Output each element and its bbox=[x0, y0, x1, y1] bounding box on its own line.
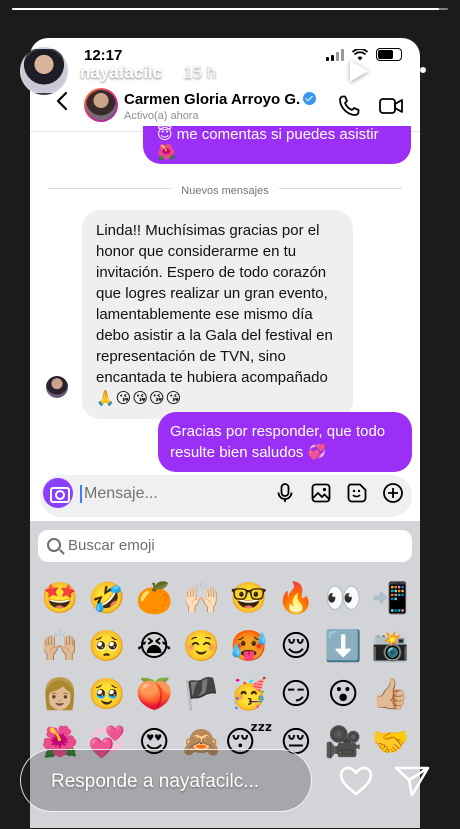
previous-message-line: 😇 me comentas si puedes asistir bbox=[157, 126, 379, 143]
previous-outgoing-message[interactable]: 😇 me comentas si puedes asistir 🌺 bbox=[143, 126, 411, 164]
emoji-key[interactable]: 🤓 bbox=[225, 575, 272, 623]
more-icon[interactable] bbox=[400, 67, 426, 73]
emoji-key[interactable]: 📸 bbox=[367, 623, 414, 671]
incoming-message-text: Linda!! Muchísimas gracias por el honor … bbox=[96, 222, 333, 386]
add-icon[interactable] bbox=[382, 482, 404, 504]
new-messages-divider: Nuevos mensajes bbox=[48, 181, 402, 197]
sender-avatar[interactable] bbox=[46, 376, 68, 398]
divider-label: Nuevos mensajes bbox=[171, 185, 279, 197]
contact-status: Activo(a) ahora bbox=[124, 110, 199, 122]
back-arrow-icon[interactable] bbox=[52, 90, 74, 112]
wifi-icon bbox=[352, 48, 368, 60]
message-composer[interactable]: Mensaje... bbox=[40, 475, 412, 517]
gallery-icon[interactable] bbox=[310, 482, 332, 504]
emoji-key[interactable]: 🍊 bbox=[131, 575, 178, 623]
emoji-key[interactable]: 🙌🏼 bbox=[36, 623, 83, 671]
emoji-key[interactable]: 🙌🏻 bbox=[178, 575, 225, 623]
story-time: 15 h bbox=[183, 63, 217, 82]
phone-time: 12:17 bbox=[84, 47, 123, 64]
emoji-key[interactable]: 🤩 bbox=[36, 575, 83, 623]
story-progress-bar bbox=[12, 8, 448, 10]
emoji-key[interactable]: 🥹 bbox=[83, 671, 130, 719]
contact-avatar[interactable] bbox=[84, 88, 118, 122]
emoji-key[interactable]: 🥳 bbox=[225, 671, 272, 719]
emoji-key[interactable]: 👍🏼 bbox=[367, 671, 414, 719]
emoji-key[interactable]: 🤝 bbox=[367, 719, 414, 767]
emoji-search-field[interactable]: Buscar emoji bbox=[38, 530, 412, 562]
outgoing-message[interactable]: Gracias por responder, que todo resulte … bbox=[158, 412, 412, 472]
emoji-key[interactable]: 🎥 bbox=[320, 719, 367, 767]
story-reply-input[interactable]: Responde a nayafacilc... bbox=[20, 749, 312, 812]
incoming-message-emojis: 🙏😘😘😘😘 bbox=[96, 390, 183, 407]
phone-call-icon[interactable] bbox=[337, 94, 361, 118]
emoji-grid: 🤩 🤣 🍊 🙌🏻 🤓 🔥 👀 📲 🙌🏼 🥺 😭 ☺️ 🥵 😌 ⬇️ 📸 👩🏼 🥹 🍑 🏴 🥳 😏 😮 👍🏼 🌺 💞 😍 🙈 😴 😔 🎥 🤝 bbox=[36, 575, 414, 767]
outgoing-message-text: Gracias por responder, que todo resulte … bbox=[170, 423, 386, 461]
emoji-key[interactable]: 🥺 bbox=[83, 623, 130, 671]
incoming-message[interactable]: Linda!! Muchísimas gracias por el honor … bbox=[82, 210, 353, 419]
emoji-key[interactable]: 😌 bbox=[272, 623, 319, 671]
video-call-icon[interactable] bbox=[378, 94, 404, 118]
emoji-key[interactable]: 👀 bbox=[320, 575, 367, 623]
microphone-icon[interactable] bbox=[274, 482, 296, 504]
story-progress-fill bbox=[12, 8, 440, 10]
text-cursor bbox=[80, 485, 82, 503]
contact-name[interactable]: Carmen Gloria Arroyo G. bbox=[124, 91, 317, 108]
emoji-key[interactable]: 🥵 bbox=[225, 623, 272, 671]
emoji-key[interactable]: 🏴 bbox=[178, 671, 225, 719]
send-icon[interactable] bbox=[393, 764, 431, 798]
play-icon[interactable] bbox=[350, 60, 368, 82]
contact-name-text: Carmen Gloria Arroyo G. bbox=[124, 91, 301, 108]
dm-screenshot: 12:17 Carmen Gloria Arroyo G. Activo(a) … bbox=[30, 38, 420, 828]
emoji-key[interactable]: 👩🏼 bbox=[36, 671, 83, 719]
reply-placeholder: Responde a nayafacilc... bbox=[51, 771, 260, 792]
emoji-key[interactable]: 🤣 bbox=[83, 575, 130, 623]
battery-icon bbox=[376, 48, 402, 61]
search-icon bbox=[47, 538, 61, 552]
previous-message-line: 🌺 bbox=[157, 144, 176, 161]
emoji-key[interactable]: 🔥 bbox=[272, 575, 319, 623]
emoji-key[interactable]: 😮 bbox=[320, 671, 367, 719]
sticker-icon[interactable] bbox=[346, 482, 368, 504]
emoji-key[interactable]: ☺️ bbox=[178, 623, 225, 671]
camera-icon[interactable] bbox=[43, 478, 73, 508]
message-thread: 😇 me comentas si puedes asistir 🌺 Nuevos… bbox=[30, 126, 420, 498]
verified-badge-icon bbox=[303, 92, 317, 105]
emoji-key[interactable]: 📲 bbox=[367, 575, 414, 623]
emoji-search-placeholder: Buscar emoji bbox=[68, 537, 155, 554]
emoji-key[interactable]: 😭 bbox=[131, 623, 178, 671]
emoji-key[interactable]: 😏 bbox=[272, 671, 319, 719]
emoji-key[interactable]: 🍑 bbox=[131, 671, 178, 719]
signal-icon bbox=[326, 48, 344, 61]
story-avatar[interactable] bbox=[20, 47, 68, 95]
heart-icon[interactable] bbox=[338, 765, 374, 797]
message-input[interactable]: Mensaje... bbox=[84, 485, 158, 503]
composer-tools bbox=[274, 482, 404, 504]
emoji-key[interactable]: ⬇️ bbox=[320, 623, 367, 671]
story-viewer: 12:17 Carmen Gloria Arroyo G. Activo(a) … bbox=[0, 0, 460, 829]
story-username[interactable]: nayafacilc bbox=[80, 63, 162, 83]
